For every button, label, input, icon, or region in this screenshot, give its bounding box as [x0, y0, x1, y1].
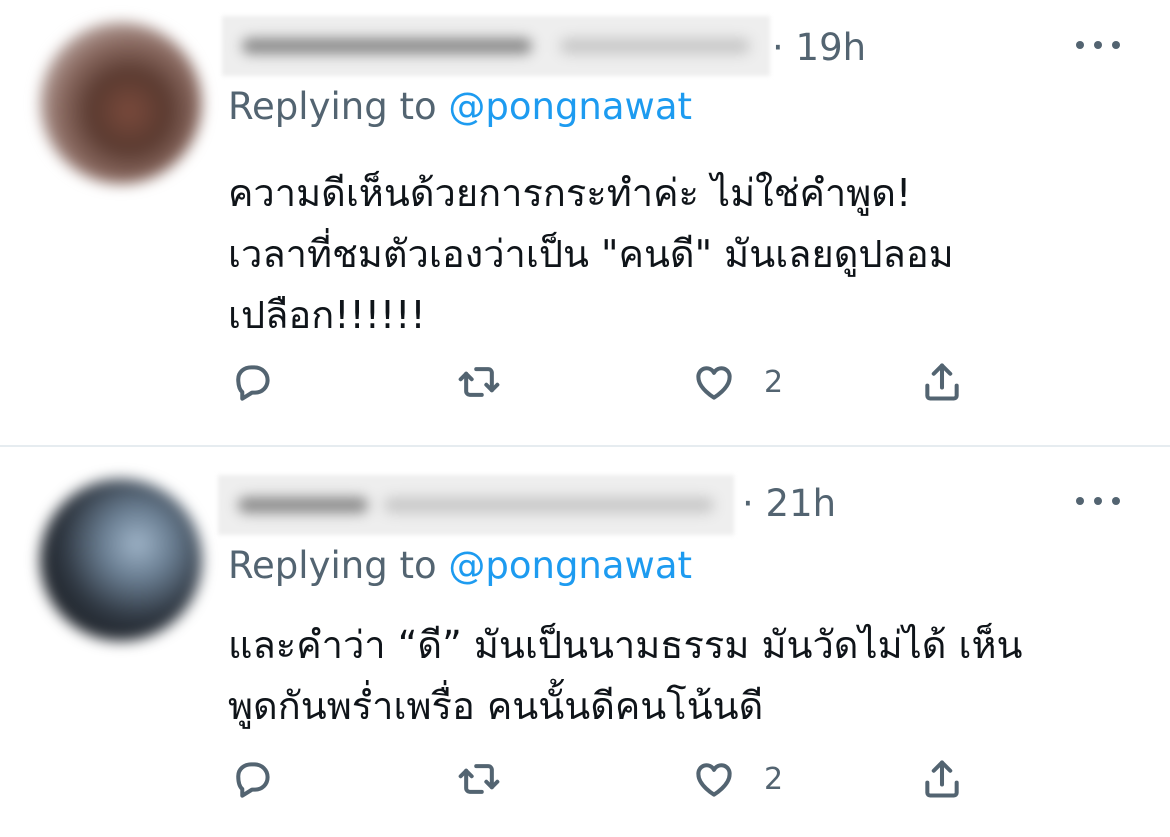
reply-button[interactable]: [230, 757, 274, 801]
reply-icon: [236, 762, 270, 798]
reply-icon: [236, 365, 270, 401]
blurred-user-name[interactable]: [222, 16, 770, 76]
replying-to-handle[interactable]: @pongnawat: [448, 85, 692, 128]
more-icon[interactable]: [1076, 40, 1120, 50]
more-icon[interactable]: [1076, 496, 1120, 506]
retweet-icon: [458, 367, 500, 397]
share-icon: [925, 760, 959, 798]
like-count: 2: [764, 761, 784, 797]
retweet-icon: [458, 764, 500, 794]
tweet-timestamp[interactable]: · 21h: [742, 485, 836, 522]
like-count: 2: [764, 364, 784, 400]
reply-button[interactable]: [230, 360, 274, 404]
share-button[interactable]: [920, 757, 964, 801]
tweet-timestamp[interactable]: · 19h: [772, 29, 866, 66]
like-button[interactable]: 2: [692, 757, 783, 801]
replying-to-handle[interactable]: @pongnawat: [448, 544, 692, 587]
replying-to-line: Replying to @pongnawat: [228, 88, 692, 125]
heart-icon: [696, 366, 732, 400]
tweet-text: และคำว่า “ดี” มันเป็นนามธรรม มันวัดไม่ได…: [228, 623, 1023, 728]
heart-icon: [696, 763, 732, 797]
like-button[interactable]: 2: [692, 360, 783, 404]
replying-to-label: Replying to: [228, 85, 437, 128]
share-button[interactable]: [920, 360, 964, 404]
share-icon: [925, 363, 959, 401]
replying-to-line: Replying to @pongnawat: [228, 547, 692, 584]
blurred-user-name[interactable]: [218, 475, 734, 535]
replying-to-label: Replying to: [228, 544, 437, 587]
retweet-button[interactable]: [457, 360, 501, 404]
tweet-text: ความดีเห็นด้วยการกระทำค่ะ ไม่ใช่คำพูด! เ…: [228, 171, 954, 337]
avatar[interactable]: [40, 479, 202, 641]
retweet-button[interactable]: [457, 757, 501, 801]
tweet-item[interactable]: · 21h Replying to @pongnawat และคำว่า “ด…: [0, 447, 1170, 837]
tweet-item[interactable]: · 19h Replying to @pongnawat ความดีเห็นด…: [0, 0, 1170, 445]
avatar[interactable]: [40, 22, 202, 184]
